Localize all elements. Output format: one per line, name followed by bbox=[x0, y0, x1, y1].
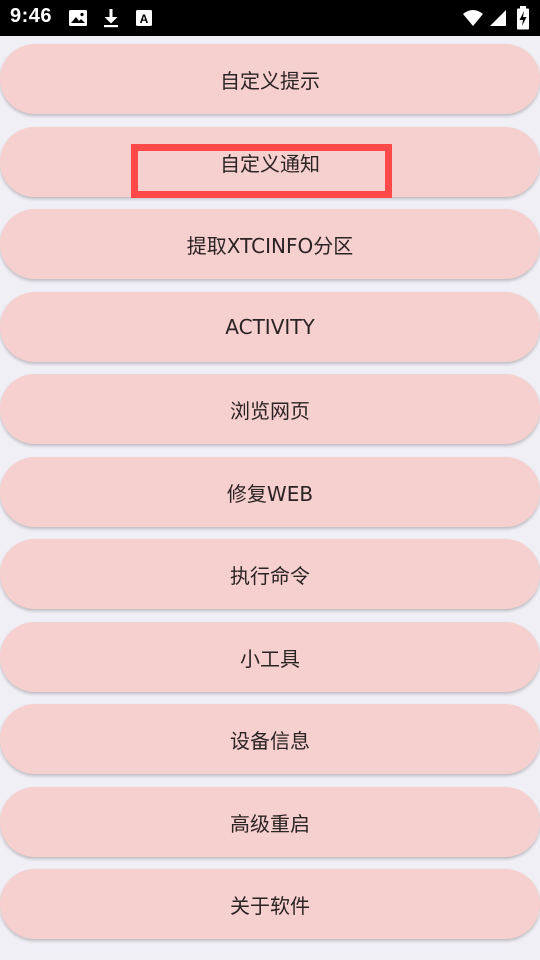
button-label: 执行命令 bbox=[230, 563, 310, 588]
execute-command-button[interactable]: 执行命令 bbox=[0, 539, 540, 609]
battery-charging-icon bbox=[517, 6, 529, 30]
signal-icon bbox=[490, 10, 506, 26]
svg-text:A: A bbox=[140, 12, 149, 26]
repair-web-button[interactable]: 修复WEB bbox=[0, 457, 540, 527]
menu-list: 自定义提示 自定义通知 提取XTCINFO分区 ACTIVITY 浏览网页 修复… bbox=[0, 36, 540, 960]
button-label: 浏览网页 bbox=[230, 398, 310, 423]
button-label: 自定义通知 bbox=[220, 151, 320, 176]
button-label: 高级重启 bbox=[230, 811, 310, 836]
about-software-button[interactable]: 关于软件 bbox=[0, 869, 540, 939]
button-label: 设备信息 bbox=[230, 728, 310, 753]
button-label: 小工具 bbox=[240, 646, 300, 671]
activity-button[interactable]: ACTIVITY bbox=[0, 292, 540, 362]
status-time: 9:46 bbox=[10, 5, 53, 27]
advanced-reboot-button[interactable]: 高级重启 bbox=[0, 787, 540, 857]
button-label: 自定义提示 bbox=[220, 68, 320, 93]
custom-notification-button[interactable]: 自定义通知 bbox=[0, 127, 540, 197]
status-bar: 9:46 A bbox=[0, 0, 540, 36]
button-label: ACTIVITY bbox=[225, 315, 315, 339]
tools-button[interactable]: 小工具 bbox=[0, 622, 540, 692]
wifi-icon bbox=[463, 10, 483, 26]
custom-tip-button[interactable]: 自定义提示 bbox=[0, 44, 540, 114]
image-icon bbox=[69, 10, 87, 26]
extract-xtcinfo-partition-button[interactable]: 提取XTCINFO分区 bbox=[0, 209, 540, 279]
device-info-button[interactable]: 设备信息 bbox=[0, 704, 540, 774]
download-icon bbox=[104, 9, 118, 28]
button-label: 关于软件 bbox=[230, 893, 310, 918]
font-icon: A bbox=[136, 10, 152, 26]
button-label: 修复WEB bbox=[226, 481, 314, 506]
button-label: 提取XTCINFO分区 bbox=[186, 233, 354, 258]
browse-web-button[interactable]: 浏览网页 bbox=[0, 374, 540, 444]
